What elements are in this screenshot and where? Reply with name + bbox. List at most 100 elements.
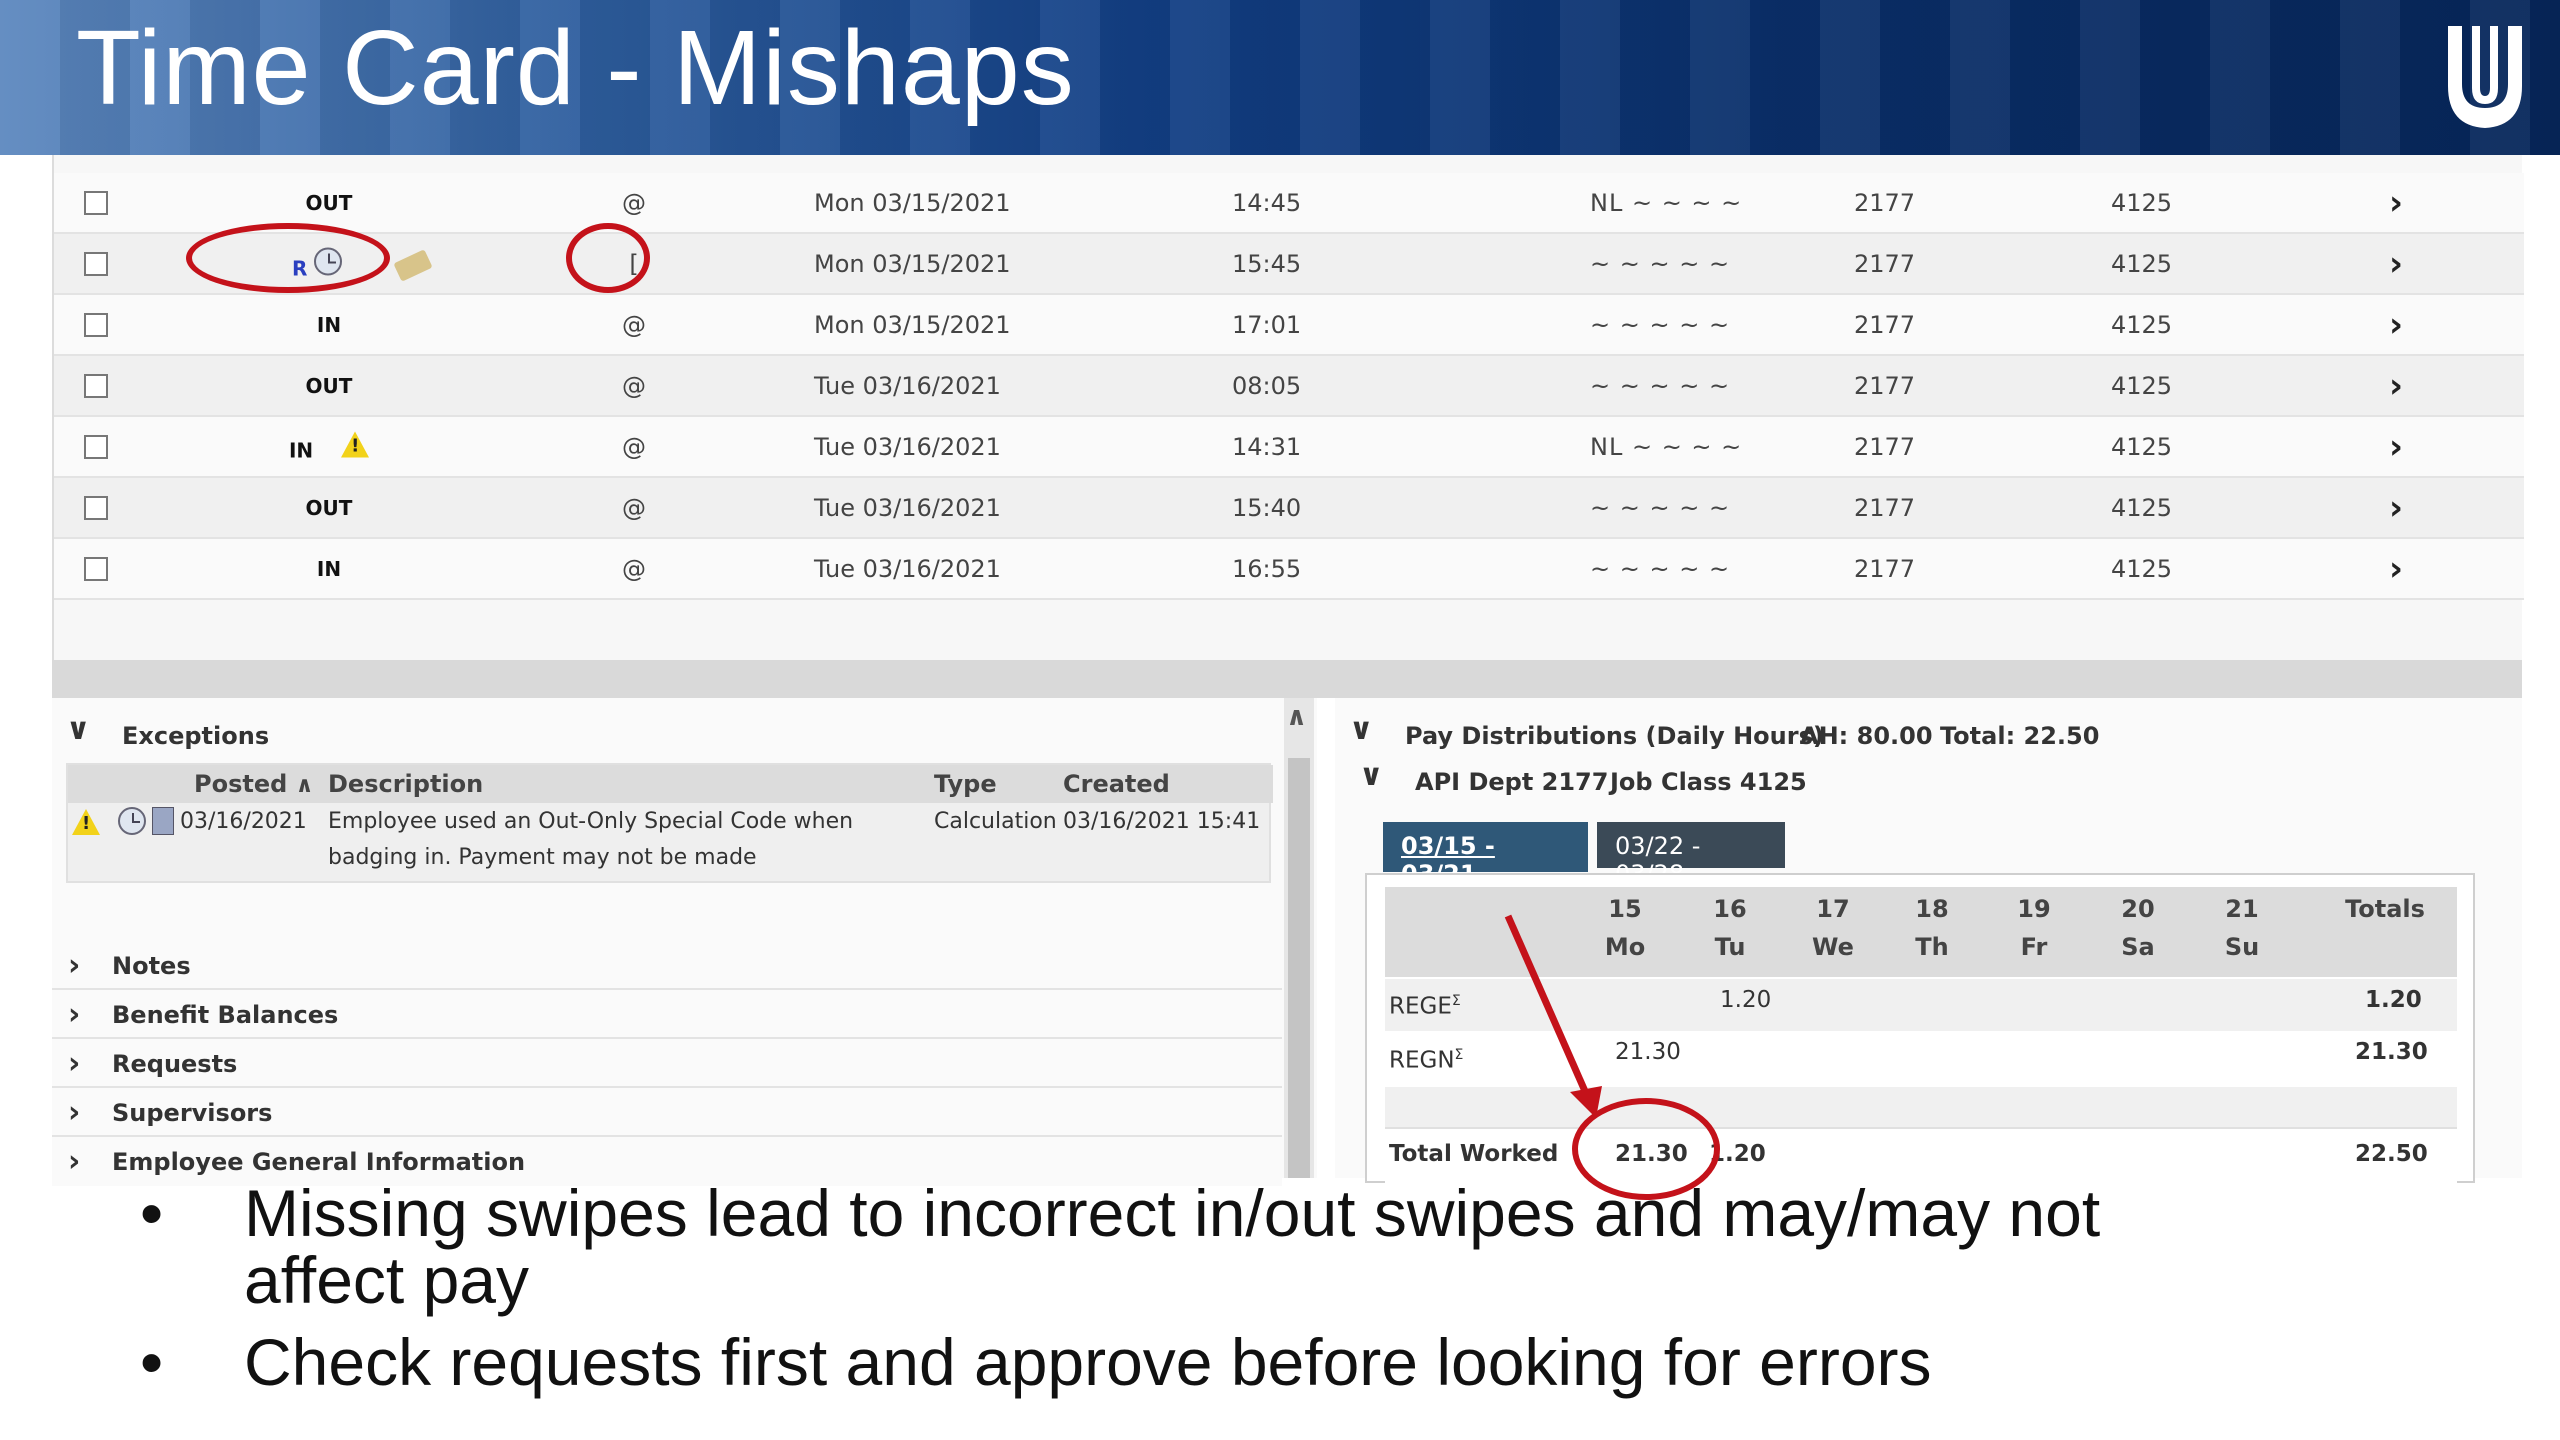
punch-date: Tue 03/16/2021	[814, 371, 1001, 400]
punch-source: @	[622, 493, 646, 522]
pay-total: Total: 22.50	[1940, 722, 2100, 750]
row-label: REGEΣ	[1389, 993, 1461, 1020]
day-name: We	[1812, 933, 1854, 961]
punch-dept: 2177	[1854, 188, 1916, 217]
exceptions-table: Posted ∧ Description Type Created 03/16/…	[66, 763, 1273, 883]
edit-note-icon	[393, 248, 433, 282]
table-row[interactable]: IN @ Mon 03/15/2021 17:01 ~ ~ ~ ~ ~ 2177…	[54, 295, 2524, 356]
punch-code: ~ ~ ~ ~ ~	[1590, 371, 1731, 400]
column-posted[interactable]: Posted ∧	[194, 770, 314, 798]
section-label: Benefit Balances	[112, 1001, 339, 1029]
table-row[interactable]: OUT @ Mon 03/15/2021 14:45 NL ~ ~ ~ ~ 21…	[54, 173, 2524, 234]
badge-terminal-icon	[152, 807, 174, 835]
pay-distributions-title[interactable]: Pay Distributions (Daily Hours)	[1405, 722, 1824, 750]
exceptions-title[interactable]: Exceptions	[122, 722, 269, 750]
table-row[interactable]: R [ Mon 03/15/2021 15:45 ~ ~ ~ ~ ~ 2177 …	[54, 234, 2524, 295]
punch-dept: 2177	[1854, 371, 1916, 400]
row-label: Total Worked	[1389, 1141, 1559, 1167]
chevron-right-icon: ›	[68, 1144, 81, 1179]
section-requests[interactable]: › Requests	[52, 1040, 1282, 1088]
punch-code: NL ~ ~ ~ ~	[1590, 432, 1743, 461]
exception-posted: 03/16/2021	[180, 809, 307, 834]
bullet-item: Check requests first and approve before …	[140, 1328, 2440, 1396]
punch-type: OUT	[305, 495, 353, 520]
punch-time: 17:01	[1232, 310, 1302, 339]
punch-time: 15:45	[1232, 249, 1302, 278]
section-label: Supervisors	[112, 1099, 273, 1127]
exceptions-header: Posted ∧ Description Type Created	[68, 765, 1273, 803]
section-label: Requests	[112, 1050, 238, 1078]
table-row[interactable]: IN @ Tue 03/16/2021 16:55 ~ ~ ~ ~ ~ 2177…	[54, 539, 2524, 600]
column-created[interactable]: Created	[1063, 770, 1170, 798]
punch-table: OUT @ Mon 03/15/2021 14:45 NL ~ ~ ~ ~ 21…	[54, 173, 2524, 600]
tab-week-1[interactable]: 03/15 - 03/21	[1383, 822, 1588, 888]
row-checkbox[interactable]	[84, 312, 108, 337]
punch-panel: OUT @ Mon 03/15/2021 14:45 NL ~ ~ ~ ~ 21…	[52, 155, 2524, 660]
chevron-down-icon[interactable]: ∨	[1359, 758, 1383, 793]
chevron-right-icon[interactable]: ›	[2389, 549, 2403, 589]
bullet-item: Missing swipes lead to incorrect in/out …	[140, 1179, 2440, 1315]
punch-type-label: IN	[288, 438, 314, 462]
section-benefit-balances[interactable]: › Benefit Balances	[52, 991, 1282, 1039]
punch-date: Tue 03/16/2021	[814, 432, 1001, 461]
exception-created: 03/16/2021 15:41	[1063, 809, 1261, 834]
chevron-down-icon[interactable]: ∨	[1349, 712, 1373, 747]
table-row: REGNΣ 21.30 21.30	[1385, 1031, 2457, 1087]
row-total: 22.50	[2355, 1141, 2428, 1167]
punch-type: IN	[259, 431, 399, 462]
punch-type: IN	[316, 556, 342, 581]
day-number: 19	[2017, 895, 2051, 923]
punch-dept: 2177	[1854, 310, 1916, 339]
punch-job: 4125	[2111, 554, 2173, 583]
tab-week-2[interactable]: 03/22 - 03/28	[1597, 822, 1785, 888]
day-number: 21	[2225, 895, 2259, 923]
section-supervisors[interactable]: › Supervisors	[52, 1089, 1282, 1137]
punch-dept: 2177	[1854, 554, 1916, 583]
chevron-right-icon: ›	[68, 997, 81, 1032]
punch-code: ~ ~ ~ ~ ~	[1590, 493, 1731, 522]
chevron-right-icon[interactable]: ›	[2389, 305, 2403, 345]
chevron-right-icon[interactable]: ›	[2389, 427, 2403, 467]
day-name: Tu	[1714, 933, 1746, 961]
row-checkbox[interactable]	[84, 434, 108, 459]
mo-value: 21.30	[1615, 1039, 1681, 1065]
punch-job: 4125	[2111, 188, 2173, 217]
clock-icon	[118, 807, 146, 835]
exceptions-scrollbar[interactable]: ∧	[1284, 698, 1314, 1178]
row-checkbox[interactable]	[84, 190, 108, 215]
row-total: 1.20	[2365, 987, 2422, 1013]
table-row: Total Worked 21.30 1.20 22.50	[1385, 1127, 2457, 1183]
scroll-thumb[interactable]	[1288, 758, 1310, 1178]
punch-time: 14:45	[1232, 188, 1302, 217]
punch-time: 16:55	[1232, 554, 1302, 583]
chevron-right-icon[interactable]: ›	[2389, 366, 2403, 406]
punch-source: @	[622, 371, 646, 400]
chevron-right-icon: ›	[68, 1046, 81, 1081]
table-row[interactable]: OUT @ Tue 03/16/2021 08:05 ~ ~ ~ ~ ~ 217…	[54, 356, 2524, 417]
punch-source: @	[622, 188, 646, 217]
row-checkbox[interactable]	[84, 251, 108, 276]
table-row[interactable]: OUT @ Tue 03/16/2021 15:40 ~ ~ ~ ~ ~ 217…	[54, 478, 2524, 539]
section-notes[interactable]: › Notes	[52, 942, 1282, 990]
punch-dept: 2177	[1854, 432, 1916, 461]
chevron-right-icon[interactable]: ›	[2389, 183, 2403, 223]
tu-value: 1.20	[1720, 987, 1772, 1013]
row-checkbox[interactable]	[84, 495, 108, 520]
daily-hours-grid: 15 Mo 16 Tu 17 We 18 Th 19 Fr 20 Sa 21 S…	[1365, 873, 2475, 1183]
punch-time: 08:05	[1232, 371, 1302, 400]
chevron-right-icon[interactable]: ›	[2389, 244, 2403, 284]
day-number: 16	[1713, 895, 1747, 923]
day-number: 17	[1816, 895, 1850, 923]
column-description[interactable]: Description	[328, 770, 483, 798]
chevron-right-icon: ›	[68, 1095, 81, 1130]
row-checkbox[interactable]	[84, 556, 108, 581]
table-row: REGEΣ 1.20 1.20	[1385, 979, 2457, 1031]
table-row[interactable]: IN @ Tue 03/16/2021 14:31 NL ~ ~ ~ ~ 217…	[54, 417, 2524, 478]
chevron-down-icon[interactable]: ∨	[66, 712, 90, 747]
splitter-bar[interactable]	[52, 660, 2522, 698]
punch-job: 4125	[2111, 432, 2173, 461]
chevron-right-icon[interactable]: ›	[2389, 488, 2403, 528]
row-checkbox[interactable]	[84, 373, 108, 398]
chevron-up-icon[interactable]: ∧	[1286, 702, 1307, 732]
column-type[interactable]: Type	[934, 770, 997, 798]
